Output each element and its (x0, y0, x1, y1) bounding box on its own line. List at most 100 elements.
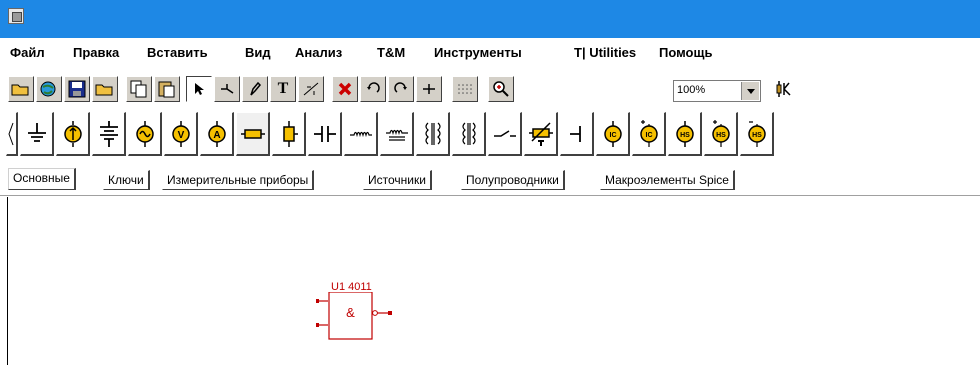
current-source-icon (63, 120, 82, 147)
hs-plus-source-component[interactable]: HS (704, 112, 738, 156)
component-library-icon (776, 81, 791, 97)
battery-component[interactable] (92, 112, 126, 156)
inductor-component[interactable] (344, 112, 378, 156)
palette-scroll-left[interactable] (6, 112, 18, 156)
potentiometer-icon (528, 121, 553, 146)
svg-text:HS: HS (716, 132, 726, 139)
flip-icon (423, 84, 435, 94)
menu-tm[interactable]: T&M (377, 45, 405, 60)
menu-insert[interactable]: Вставить (147, 45, 208, 60)
voltage-source-component[interactable] (128, 112, 162, 156)
wire-tool-button[interactable] (214, 76, 240, 102)
hs-plus-source-icon: HS (711, 119, 730, 147)
schematic-canvas[interactable] (0, 197, 980, 365)
switch-icon (493, 129, 516, 137)
graph-tool-button[interactable] (298, 76, 324, 102)
app-icon[interactable] (8, 8, 24, 24)
flip-button[interactable] (416, 76, 442, 102)
tab-spice-macros[interactable]: Макроэлементы Spice (600, 170, 735, 190)
menu-file[interactable]: Файл (10, 45, 45, 60)
title-bar (0, 0, 980, 38)
core-inductor-component[interactable] (380, 112, 414, 156)
graph-icon (303, 82, 319, 96)
open-folder-2-button[interactable] (92, 76, 118, 102)
svg-text:V: V (177, 130, 184, 141)
tab-sources[interactable]: Источники (363, 170, 432, 190)
current-source-component[interactable] (56, 112, 90, 156)
zoom-button[interactable] (488, 76, 514, 102)
diode-icon (282, 120, 298, 147)
floppy-disk-icon (68, 80, 86, 98)
menu-bar: Файл Правка Вставить Вид Анализ T&M Инст… (0, 38, 980, 68)
chevron-down-icon[interactable] (741, 82, 759, 100)
hs-source-icon: HS (675, 120, 694, 147)
open-folder-icon (11, 84, 29, 96)
coupled-inductor-component[interactable] (452, 112, 486, 156)
copy-button[interactable] (126, 76, 152, 102)
save-button[interactable] (64, 76, 90, 102)
hs-minus-source-component[interactable]: HS (740, 112, 774, 156)
open-folder-icon (95, 84, 113, 96)
grid-toggle-button[interactable] (452, 76, 478, 102)
pencil-icon (250, 81, 262, 96)
paste-icon (158, 81, 175, 98)
select-pointer-button[interactable] (186, 76, 212, 102)
ic-source-component[interactable]: IC (596, 112, 630, 156)
ic-source-icon: IC (603, 120, 622, 147)
tab-instruments[interactable]: Измерительные приборы (162, 170, 315, 190)
resistor-component[interactable] (236, 112, 270, 156)
gate-symbol: & (346, 305, 355, 320)
svg-text:HS: HS (752, 132, 762, 139)
red-x-icon (338, 82, 352, 96)
voltmeter-icon: V (171, 120, 190, 147)
svg-text:IC: IC (609, 132, 616, 139)
svg-text:IC: IC (645, 132, 652, 139)
menu-help[interactable]: Помощь (659, 45, 712, 60)
tab-semiconductors[interactable]: Полупроводники (461, 170, 565, 190)
hs-source-component[interactable]: HS (668, 112, 702, 156)
ac-source-icon (135, 120, 154, 147)
zoom-select[interactable]: 100% (673, 80, 761, 102)
ic-plus-source-component[interactable]: IC (632, 112, 666, 156)
plate-terminal-icon (569, 125, 581, 142)
tab-basic[interactable]: Основные (8, 168, 76, 190)
chevron-left-icon (8, 122, 14, 145)
tab-switches[interactable]: Ключи (103, 170, 150, 190)
switch-component[interactable] (488, 112, 522, 156)
diode-component[interactable] (272, 112, 306, 156)
menu-tj-utilities[interactable]: T| Utilities (574, 45, 636, 60)
copy-icon (130, 80, 147, 98)
rotate-right-button[interactable] (388, 76, 414, 102)
component-palette: V A IC IC HS HS HS (0, 110, 980, 160)
ammeter-component[interactable]: A (200, 112, 234, 156)
magnifier-icon (493, 81, 509, 97)
capacitor-icon (313, 125, 336, 142)
component-library-button[interactable] (772, 76, 798, 102)
pen-tool-button[interactable] (242, 76, 268, 102)
wire-icon (221, 84, 234, 94)
menu-tools[interactable]: Инструменты (434, 45, 522, 60)
potentiometer-component[interactable] (524, 112, 558, 156)
ground-component[interactable] (20, 112, 54, 156)
menu-view[interactable]: Вид (245, 45, 271, 60)
plate-component[interactable] (560, 112, 594, 156)
hs-minus-source-icon: HS (747, 120, 766, 147)
battery-icon (99, 120, 118, 147)
paste-button[interactable] (154, 76, 180, 102)
text-tool-button[interactable]: T (270, 76, 296, 102)
nand-gate-component[interactable]: & (316, 292, 396, 342)
delete-button[interactable] (332, 76, 358, 102)
menu-edit[interactable]: Правка (73, 45, 119, 60)
browse-web-button[interactable] (36, 76, 62, 102)
grid-dots-icon (458, 84, 472, 94)
capacitor-component[interactable] (308, 112, 342, 156)
svg-text:HS: HS (680, 132, 690, 139)
menu-analysis[interactable]: Анализ (295, 45, 342, 60)
rotate-left-button[interactable] (360, 76, 386, 102)
transformer-component[interactable] (416, 112, 450, 156)
open-folder-button[interactable] (8, 76, 34, 102)
voltmeter-component[interactable]: V (164, 112, 198, 156)
inductor-icon (349, 131, 372, 137)
core-inductor-icon (385, 129, 408, 141)
ic-plus-source-icon: IC (639, 119, 658, 147)
